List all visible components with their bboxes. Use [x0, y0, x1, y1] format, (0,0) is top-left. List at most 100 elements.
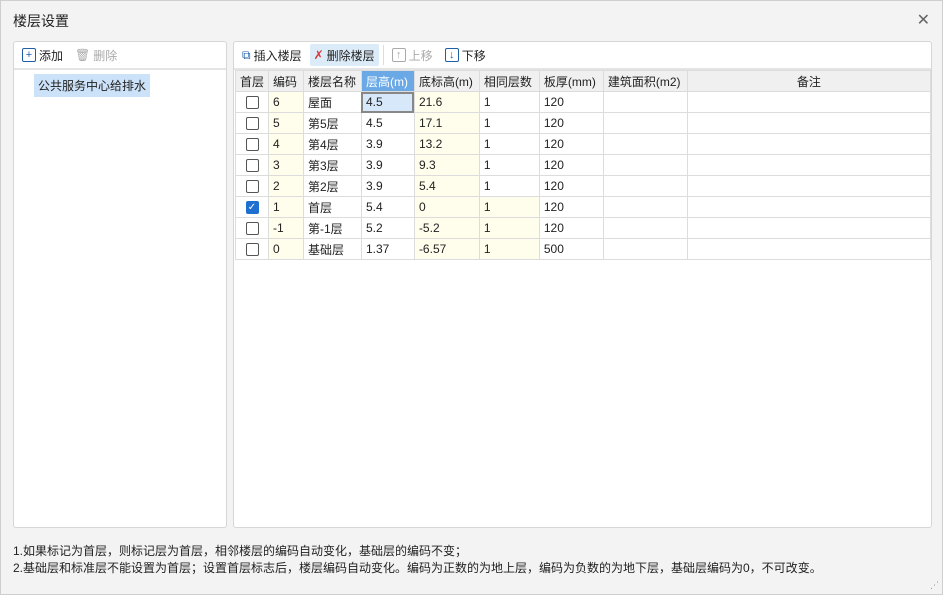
- table-row[interactable]: 6 屋面 4.5 21.6 1 120: [234, 91, 932, 113]
- elev-cell[interactable]: -5.2: [413, 217, 480, 239]
- table-row[interactable]: 4 第4层 3.9 13.2 1 120: [234, 133, 932, 155]
- first-floor-checkbox[interactable]: [245, 243, 259, 257]
- name-cell[interactable]: 第2层: [302, 175, 362, 197]
- first-floor-checkbox[interactable]: [245, 117, 259, 131]
- area-cell[interactable]: [602, 133, 688, 155]
- slab-cell[interactable]: 120: [538, 175, 604, 197]
- area-cell[interactable]: [602, 154, 688, 176]
- table-row[interactable]: 0 基础层 1.37 -6.57 1 500: [234, 238, 932, 260]
- insert-floor-button[interactable]: ⧉ 插入楼层: [238, 44, 306, 66]
- column-header[interactable]: 底标高(m): [413, 70, 480, 92]
- name-cell[interactable]: 第3层: [302, 154, 362, 176]
- code-cell[interactable]: 4: [268, 133, 304, 155]
- same-cell[interactable]: 1: [478, 154, 540, 176]
- move-down-button[interactable]: ↓ 下移: [441, 44, 490, 66]
- first-floor-cell[interactable]: [234, 175, 270, 197]
- same-cell[interactable]: 1: [478, 133, 540, 155]
- add-button[interactable]: + 添加: [18, 44, 67, 66]
- slab-cell[interactable]: 120: [538, 196, 604, 218]
- first-floor-checkbox[interactable]: [245, 96, 259, 110]
- code-cell[interactable]: 3: [268, 154, 304, 176]
- table-row[interactable]: 5 第5层 4.5 17.1 1 120: [234, 112, 932, 134]
- slab-cell[interactable]: 120: [538, 91, 604, 113]
- delete-floor-button[interactable]: ✗ 删除楼层: [309, 44, 379, 66]
- column-header[interactable]: 首层: [234, 70, 270, 92]
- column-header[interactable]: 相同层数: [478, 70, 540, 92]
- first-floor-checkbox[interactable]: [245, 159, 259, 173]
- same-cell[interactable]: 1: [478, 91, 540, 113]
- name-cell[interactable]: 首层: [302, 196, 362, 218]
- slab-cell[interactable]: 120: [538, 154, 604, 176]
- code-cell[interactable]: 0: [268, 238, 304, 260]
- elev-cell[interactable]: 9.3: [413, 154, 480, 176]
- note-cell[interactable]: [686, 238, 932, 260]
- note-cell[interactable]: [686, 154, 932, 176]
- tree-item[interactable]: 公共服务中心给排水: [34, 74, 151, 97]
- column-header[interactable]: 层高(m): [360, 70, 415, 92]
- slab-cell[interactable]: 500: [538, 238, 604, 260]
- name-cell[interactable]: 基础层: [302, 238, 362, 260]
- height-cell[interactable]: 4.5: [360, 91, 415, 113]
- elev-cell[interactable]: 13.2: [413, 133, 480, 155]
- note-cell[interactable]: [686, 196, 932, 218]
- first-floor-cell[interactable]: [234, 238, 270, 260]
- code-cell[interactable]: 6: [268, 91, 304, 113]
- area-cell[interactable]: [602, 175, 688, 197]
- elev-cell[interactable]: 21.6: [413, 91, 480, 113]
- same-cell[interactable]: 1: [478, 196, 540, 218]
- resize-grip-icon[interactable]: ⋰: [930, 580, 939, 591]
- elev-cell[interactable]: 5.4: [413, 175, 480, 197]
- note-cell[interactable]: [686, 112, 932, 134]
- note-cell[interactable]: [686, 217, 932, 239]
- name-cell[interactable]: 屋面: [302, 91, 362, 113]
- code-cell[interactable]: 2: [268, 175, 304, 197]
- first-floor-cell[interactable]: [234, 217, 270, 239]
- column-header[interactable]: 备注: [686, 70, 932, 92]
- close-icon[interactable]: ✕: [917, 10, 930, 30]
- code-cell[interactable]: 1: [268, 196, 304, 218]
- area-cell[interactable]: [602, 112, 688, 134]
- name-cell[interactable]: 第5层: [302, 112, 362, 134]
- table-row[interactable]: 2 第2层 3.9 5.4 1 120: [234, 175, 932, 197]
- name-cell[interactable]: 第4层: [302, 133, 362, 155]
- height-cell[interactable]: 1.37: [360, 238, 415, 260]
- area-cell[interactable]: [602, 91, 688, 113]
- delete-button[interactable]: 🗑 删除: [71, 44, 121, 66]
- code-cell[interactable]: -1: [268, 217, 304, 239]
- slab-cell[interactable]: 120: [538, 112, 604, 134]
- height-cell[interactable]: 4.5: [360, 112, 415, 134]
- height-cell[interactable]: 5.4: [360, 196, 415, 218]
- first-floor-cell[interactable]: [234, 154, 270, 176]
- column-header[interactable]: 板厚(mm): [538, 70, 604, 92]
- elev-cell[interactable]: 17.1: [413, 112, 480, 134]
- height-cell[interactable]: 5.2: [360, 217, 415, 239]
- table-row[interactable]: 3 第3层 3.9 9.3 1 120: [234, 154, 932, 176]
- height-cell[interactable]: 3.9: [360, 133, 415, 155]
- first-floor-cell[interactable]: [234, 133, 270, 155]
- note-cell[interactable]: [686, 91, 932, 113]
- first-floor-cell[interactable]: [234, 91, 270, 113]
- table-row[interactable]: ✓ 1 首层 5.4 0 1 120: [234, 196, 932, 218]
- same-cell[interactable]: 1: [478, 175, 540, 197]
- same-cell[interactable]: 1: [478, 112, 540, 134]
- first-floor-checkbox[interactable]: [245, 138, 259, 152]
- height-cell[interactable]: 3.9: [360, 175, 415, 197]
- first-floor-checkbox[interactable]: ✓: [245, 201, 259, 215]
- slab-cell[interactable]: 120: [538, 217, 604, 239]
- column-header[interactable]: 编码: [268, 70, 304, 92]
- area-cell[interactable]: [602, 217, 688, 239]
- slab-cell[interactable]: 120: [538, 133, 604, 155]
- same-cell[interactable]: 1: [478, 217, 540, 239]
- same-cell[interactable]: 1: [478, 238, 540, 260]
- elev-cell[interactable]: 0: [413, 196, 480, 218]
- height-cell[interactable]: 3.9: [360, 154, 415, 176]
- elev-cell[interactable]: -6.57: [413, 238, 480, 260]
- first-floor-checkbox[interactable]: [245, 222, 259, 236]
- move-up-button[interactable]: ↑ 上移: [388, 44, 437, 66]
- table-row[interactable]: -1 第-1层 5.2 -5.2 1 120: [234, 217, 932, 239]
- column-header[interactable]: 楼层名称: [302, 70, 362, 92]
- note-cell[interactable]: [686, 175, 932, 197]
- column-header[interactable]: 建筑面积(m2): [602, 70, 688, 92]
- first-floor-cell[interactable]: [234, 112, 270, 134]
- code-cell[interactable]: 5: [268, 112, 304, 134]
